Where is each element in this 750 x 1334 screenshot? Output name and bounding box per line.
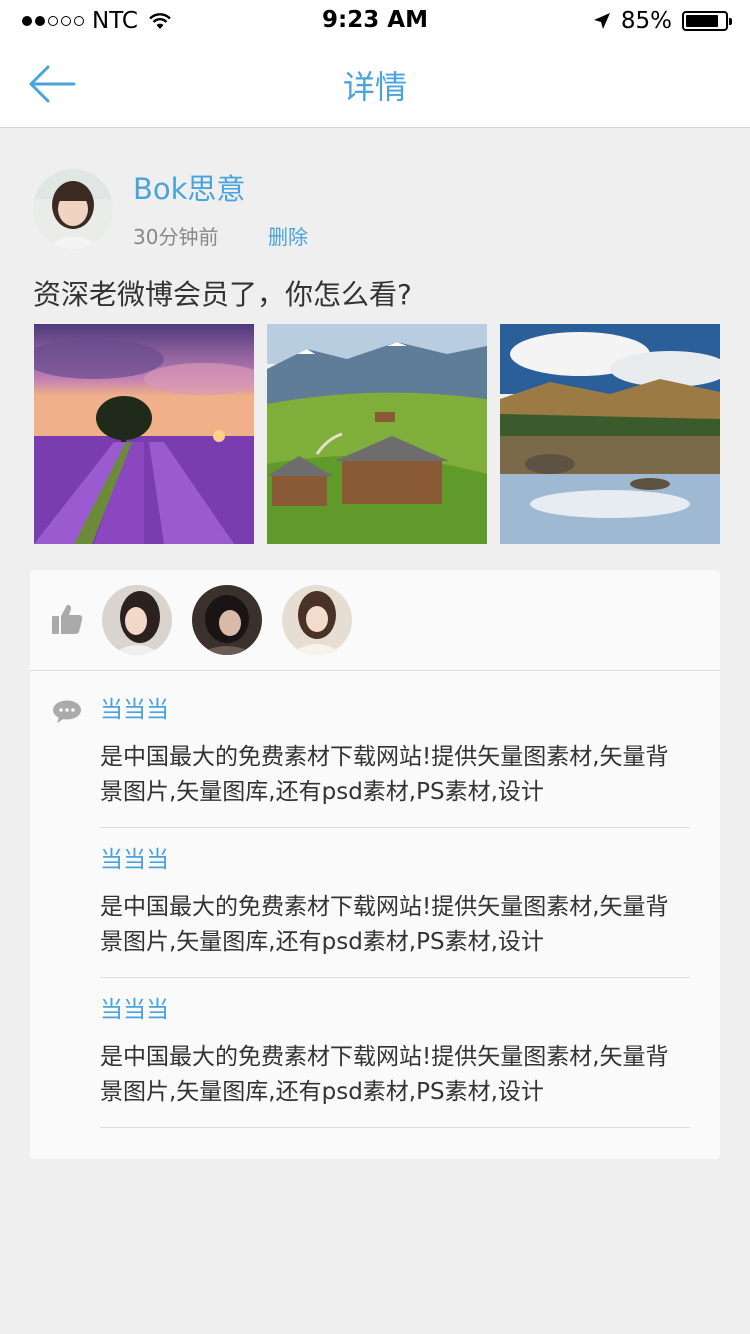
lake-reflection-photo[interactable] bbox=[500, 324, 720, 544]
comment-bubble-icon bbox=[53, 700, 81, 723]
photo-grid bbox=[34, 324, 720, 544]
liker-avatar[interactable] bbox=[282, 585, 352, 655]
interaction-card: 当当当 是中国最大的免费素材下载网站!提供矢量图素材,矢量背景图片,矢量图库,还… bbox=[30, 570, 720, 1159]
page-title: 详情 bbox=[342, 68, 407, 106]
mountain-cabin-photo[interactable] bbox=[267, 324, 487, 544]
battery-percent: 85% bbox=[620, 8, 672, 34]
location-arrow-icon bbox=[593, 13, 610, 29]
commenter-name[interactable]: 当当当 bbox=[100, 697, 690, 723]
likes-row bbox=[30, 570, 720, 671]
delete-button[interactable]: 删除 bbox=[268, 221, 308, 250]
comment-item: 当当当 是中国最大的免费素材下载网站!提供矢量图素材,矢量背景图片,矢量图库,还… bbox=[100, 997, 690, 1110]
comment-divider bbox=[100, 1127, 690, 1128]
liker-avatar[interactable] bbox=[192, 585, 262, 655]
status-right: 85% bbox=[593, 8, 732, 34]
comment-divider bbox=[100, 827, 690, 828]
commenter-name[interactable]: 当当当 bbox=[100, 997, 690, 1023]
comment-item: 当当当 是中国最大的免费素材下载网站!提供矢量图素材,矢量背景图片,矢量图库,还… bbox=[100, 847, 690, 960]
comment-text: 是中国最大的免费素材下载网站!提供矢量图素材,矢量背景图片,矢量图库,还有psd… bbox=[100, 1044, 669, 1105]
comment-item: 当当当 是中国最大的免费素材下载网站!提供矢量图素材,矢量背景图片,矢量图库,还… bbox=[100, 697, 690, 810]
comment-text: 是中国最大的免费素材下载网站!提供矢量图素材,矢量背景图片,矢量图库,还有psd… bbox=[100, 744, 669, 805]
battery-level bbox=[686, 15, 719, 27]
status-bar: NTC 9:23 AM 85% bbox=[0, 0, 750, 40]
lavender-field-photo[interactable] bbox=[34, 324, 254, 544]
comment-text: 是中国最大的免费素材下载网站!提供矢量图素材,矢量背景图片,矢量图库,还有psd… bbox=[100, 894, 669, 955]
navigation-bar: 详情 bbox=[0, 40, 750, 128]
battery-icon bbox=[682, 11, 732, 31]
post-time: 30分钟前 bbox=[133, 225, 219, 249]
author-avatar[interactable] bbox=[33, 169, 113, 249]
commenter-name[interactable]: 当当当 bbox=[100, 847, 690, 873]
liker-avatar[interactable] bbox=[102, 585, 172, 655]
post-text: 资深老微博会员了，你怎么看? bbox=[33, 278, 412, 311]
author-name[interactable]: Bok思意 bbox=[133, 166, 245, 208]
comment-divider bbox=[100, 977, 690, 978]
thumbs-up-icon[interactable] bbox=[50, 602, 84, 636]
